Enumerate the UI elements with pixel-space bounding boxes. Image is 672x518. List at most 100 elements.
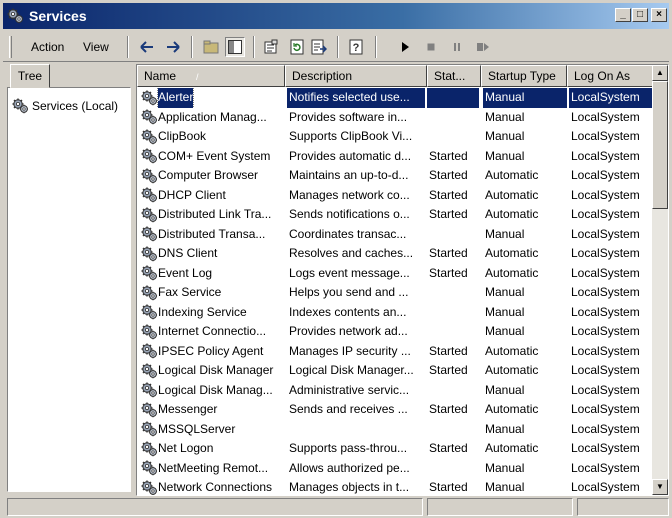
export-list-button[interactable] (309, 37, 329, 57)
service-startup-type: Manual (485, 460, 525, 475)
cell-name: Application Manag... (141, 108, 285, 128)
table-row[interactable]: Indexing Service Indexes contents an... Ma… (137, 303, 653, 323)
service-name: Application Manag... (158, 109, 267, 124)
services-gear-icon (141, 226, 157, 243)
service-name: Computer Browser (158, 168, 259, 182)
properties-button[interactable] (261, 37, 281, 57)
table-row[interactable]: ClipBook Supports ClipBook Vi... Manual Loc… (137, 127, 653, 147)
status-panel (577, 498, 669, 516)
status-panel (7, 498, 423, 516)
scroll-thumb[interactable] (652, 81, 668, 209)
service-log-on-as: LocalSystem (571, 402, 640, 416)
cell-name: Distributed Link Tra... (141, 205, 285, 225)
table-row[interactable]: Distributed Transa... Coordinates transac… (137, 225, 653, 245)
toolbar: Action View ? (3, 32, 669, 62)
tree-view: Services (Local) (7, 87, 131, 492)
services-gear-icon (141, 362, 157, 379)
service-description: Provides network ad... (289, 324, 408, 338)
column-header-startup-type[interactable]: Startup Type (481, 65, 567, 87)
table-row[interactable]: Computer Browser Maintains an up-to-d... S… (137, 166, 653, 186)
start-service-button[interactable] (395, 37, 415, 57)
service-name: DHCP Client (158, 187, 226, 202)
table-row[interactable]: NetMeeting Remot... Allows authorized pe.… (137, 459, 653, 479)
cell-name: Fax Service (141, 283, 285, 303)
service-description: Administrative servic... (289, 382, 410, 397)
service-name: Fax Service (158, 285, 222, 299)
cell-name: ClipBook (141, 127, 285, 147)
service-startup-type: Manual (485, 421, 525, 436)
service-status (427, 127, 479, 147)
cell-name: MSSQLServer (141, 420, 285, 440)
service-status (427, 303, 479, 323)
service-status: Started (429, 441, 468, 455)
service-status: Started (429, 480, 468, 494)
forward-button[interactable] (163, 37, 183, 57)
column-header-description[interactable]: Description (285, 65, 427, 87)
service-log-on-as: LocalSystem (571, 480, 640, 494)
table-row[interactable]: DHCP Client Manages network co... Started A… (137, 186, 653, 206)
service-name: Logical Disk Manager (158, 363, 274, 377)
properties-icon (264, 39, 278, 54)
services-gear-icon (141, 265, 157, 282)
back-button[interactable] (137, 37, 157, 57)
scroll-down-button[interactable]: ▼ (652, 479, 668, 495)
restart-service-button[interactable] (473, 37, 493, 57)
table-row[interactable]: MSSQLServer Manual LocalSystem (137, 420, 653, 440)
refresh-button[interactable] (287, 37, 307, 57)
table-row[interactable]: DNS Client Resolves and caches... Started A… (137, 244, 653, 264)
cell-name: Computer Browser (141, 166, 285, 186)
table-row[interactable]: Fax Service Helps you send and ... Manual L… (137, 283, 653, 303)
service-startup-type: Automatic (485, 168, 539, 182)
close-button[interactable]: × (651, 8, 667, 22)
export-list-icon (311, 39, 327, 55)
table-row[interactable]: Logical Disk Manager Logical Disk Manager… (137, 361, 653, 381)
service-startup-type: Manual (485, 226, 525, 241)
services-gear-icon (12, 98, 28, 114)
tab-tree[interactable]: Tree (10, 64, 50, 88)
cell-name: Logical Disk Manager (141, 361, 285, 381)
cell-name: Distributed Transa... (141, 225, 285, 245)
help-button[interactable]: ? (347, 37, 367, 57)
column-header-name[interactable]: Name / (137, 65, 285, 87)
show-hide-tree-button[interactable] (225, 37, 245, 57)
table-row[interactable]: Net Logon Supports pass-throu... Started Au… (137, 439, 653, 459)
minimize-button[interactable]: _ (615, 8, 631, 22)
stop-service-button[interactable] (421, 37, 441, 57)
vertical-scrollbar[interactable]: ▲ ▼ (652, 65, 668, 495)
table-row[interactable]: COM+ Event System Provides automatic d...… (137, 147, 653, 167)
service-status: Started (429, 343, 468, 358)
scroll-up-button[interactable]: ▲ (652, 65, 668, 81)
service-startup-type: Automatic (485, 246, 539, 260)
tree-item-services-local[interactable]: Services (Local) (12, 98, 118, 114)
service-description: Logical Disk Manager... (289, 363, 414, 377)
column-header-log-on-as[interactable]: Log On As (567, 65, 653, 87)
table-row[interactable]: Logical Disk Manag... Administrative serv… (137, 381, 653, 401)
service-description: Supports pass-throu... (289, 441, 408, 455)
service-log-on-as: LocalSystem (571, 207, 640, 221)
service-log-on-as: LocalSystem (571, 304, 640, 319)
maximize-button[interactable]: □ (632, 8, 648, 22)
up-one-level-button[interactable] (201, 37, 221, 57)
service-log-on-as: LocalSystem (569, 88, 653, 108)
table-row[interactable]: Internet Connectio... Provides network ad… (137, 322, 653, 342)
svg-text:?: ? (353, 42, 360, 54)
menu-action[interactable]: Action (31, 40, 64, 54)
table-row[interactable]: IPSEC Policy Agent Manages IP security ..… (137, 342, 653, 362)
table-row[interactable]: Network Connections Manages objects in t.… (137, 478, 653, 495)
table-row[interactable]: Distributed Link Tra... Sends notificatio… (137, 205, 653, 225)
service-startup-type: Manual (485, 480, 525, 494)
toolbar-separator (253, 36, 255, 58)
pause-service-button[interactable] (447, 37, 467, 57)
service-name: Net Logon (158, 441, 214, 455)
pause-icon (454, 43, 460, 51)
table-row[interactable]: Alerter Notifies selected use... Manual Loc… (137, 88, 653, 108)
cell-name: Event Log (141, 264, 285, 284)
column-header-status[interactable]: Stat... (427, 65, 481, 87)
menu-view[interactable]: View (83, 40, 109, 54)
table-row[interactable]: Messenger Sends and receives ... Started Au… (137, 400, 653, 420)
service-name: Messenger (158, 402, 218, 416)
table-row[interactable]: Application Manag... Provides software in… (137, 108, 653, 128)
title-bar[interactable]: Services _ □ × (3, 3, 669, 29)
table-row[interactable]: Event Log Logs event message... Started Aut… (137, 264, 653, 284)
service-log-on-as: LocalSystem (571, 343, 640, 358)
